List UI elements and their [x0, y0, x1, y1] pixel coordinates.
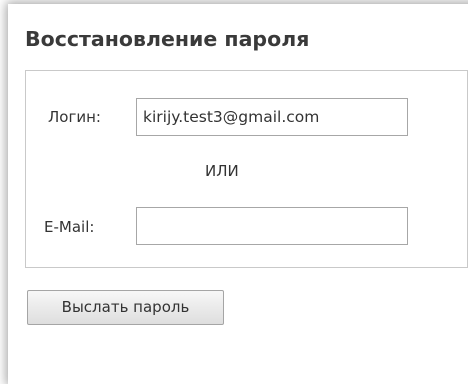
login-field[interactable]	[136, 98, 408, 136]
page-title: Восстановление пароля	[25, 27, 310, 51]
email-field[interactable]	[136, 207, 408, 245]
email-label: E-Mail:	[44, 218, 95, 236]
login-label: Логин:	[48, 108, 101, 126]
send-password-button[interactable]: Выслать пароль	[27, 290, 224, 325]
or-separator: ИЛИ	[205, 162, 239, 180]
